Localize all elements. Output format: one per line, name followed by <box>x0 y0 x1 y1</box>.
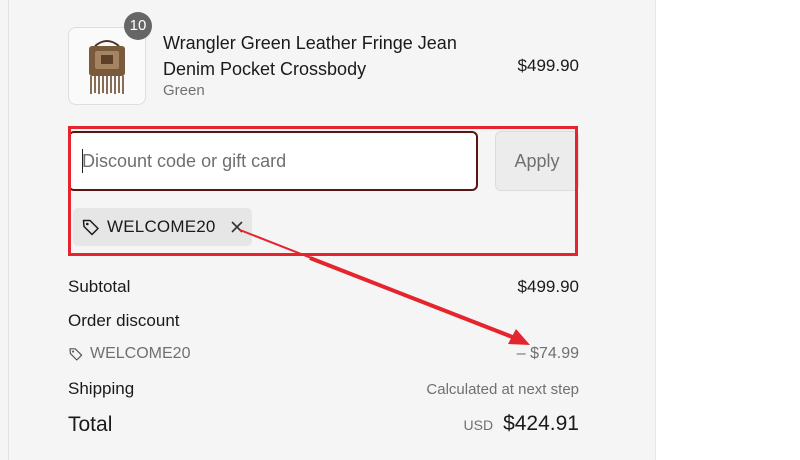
shipping-value: Calculated at next step <box>426 381 579 398</box>
order-discount-label: Order discount <box>68 311 180 330</box>
discount-amount: – $74.99 <box>516 345 579 362</box>
currency-code: USD <box>463 417 494 433</box>
discount-code-text: WELCOME20 <box>90 345 191 362</box>
shipping-label: Shipping <box>68 379 135 398</box>
tag-icon <box>69 348 83 361</box>
total-amount: USD $424.91 <box>464 412 579 436</box>
product-price: $499.90 <box>517 56 579 75</box>
total-label: Total <box>68 413 113 436</box>
bag-thumbnail-icon <box>89 40 125 94</box>
discount-code-line: WELCOME20 <box>68 345 190 363</box>
total-value: $424.91 <box>503 412 579 435</box>
divider <box>8 0 9 460</box>
product-variant: Green <box>163 82 205 99</box>
subtotal-label: Subtotal <box>68 277 131 296</box>
subtotal-value: $499.90 <box>517 277 579 296</box>
quantity-badge: 10 <box>124 12 152 40</box>
product-name: Wrangler Green Leather Fringe Jean Denim… <box>163 33 457 79</box>
discount-highlight-box <box>68 126 578 256</box>
